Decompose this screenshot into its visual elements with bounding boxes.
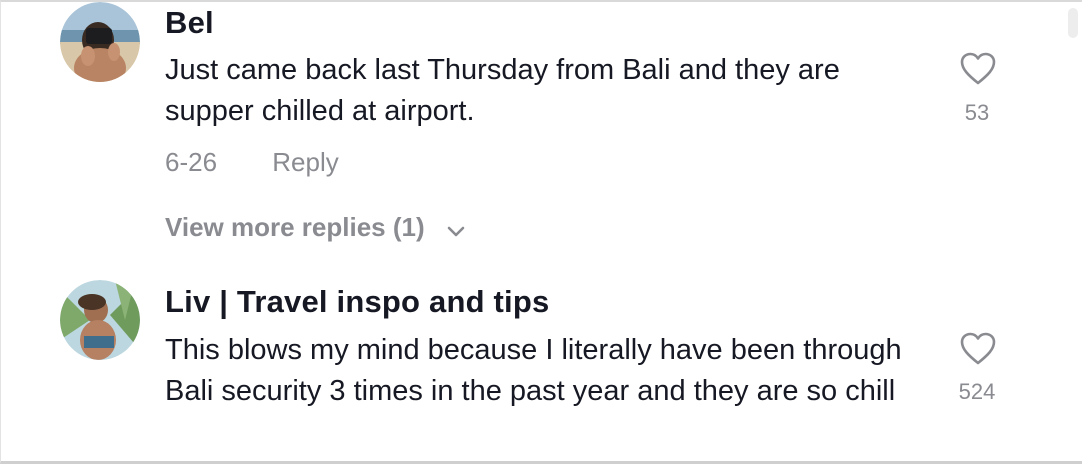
like-count: 53 — [964, 100, 990, 125]
comment-username[interactable]: Bel — [165, 5, 214, 41]
chevron-down-icon — [446, 214, 466, 245]
comment-username[interactable]: Liv | Travel inspo and tips — [165, 284, 549, 320]
comment-meta: 6-26 Reply — [165, 147, 339, 178]
view-more-replies-button[interactable]: View more replies (1) — [165, 212, 466, 245]
reply-button[interactable]: Reply — [272, 147, 338, 178]
comment-text: This blows my mind because I literally h… — [165, 334, 902, 407]
avatar[interactable] — [60, 2, 140, 82]
scrollbar-thumb[interactable] — [1068, 8, 1078, 38]
comment-date: 6-26 — [165, 147, 218, 177]
heart-outline-icon[interactable] — [960, 332, 996, 366]
like-count: 524 — [958, 379, 996, 404]
comment-text: Just came back last Thursday from Bali a… — [165, 54, 840, 127]
heart-outline-icon[interactable] — [960, 52, 996, 86]
avatar[interactable] — [60, 280, 140, 360]
view-more-replies-label: View more replies (1) — [165, 212, 425, 242]
